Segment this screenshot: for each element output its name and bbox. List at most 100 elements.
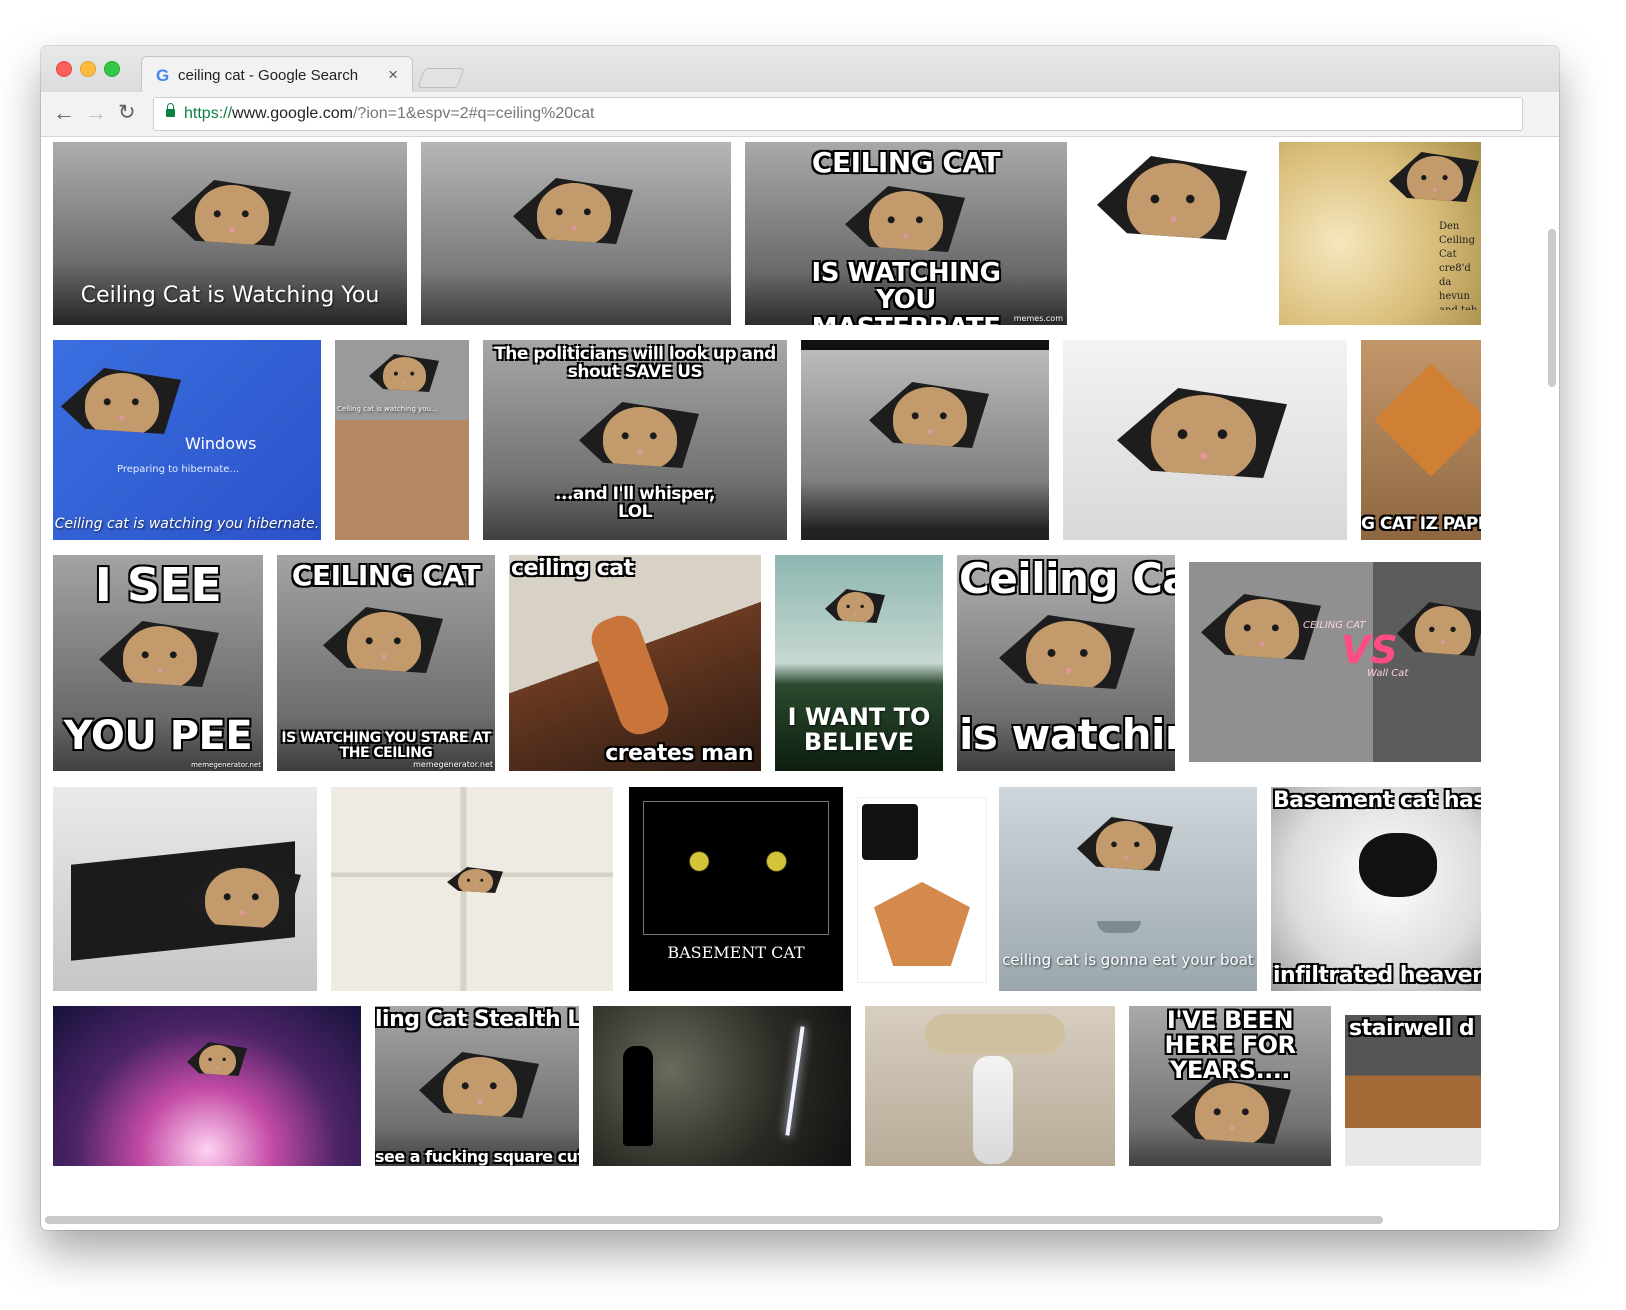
image-result[interactable]: [53, 787, 317, 991]
image-result[interactable]: BASEMENT CAT: [629, 787, 843, 991]
image-caption-top: CEILING CAT: [291, 559, 481, 592]
image-result[interactable]: [331, 787, 613, 991]
title-bar: G ceiling cat - Google Search ×: [41, 46, 1559, 93]
image-result[interactable]: [421, 142, 731, 325]
image-result[interactable]: [593, 1006, 851, 1166]
image-caption-bottom: YOU PEE: [63, 713, 253, 759]
cat-image-icon: [585, 610, 675, 740]
image-result[interactable]: Basement cat has infiltrated heaven: [1271, 787, 1481, 991]
zoom-window-button[interactable]: [104, 61, 120, 77]
cat-image-icon: [323, 607, 443, 673]
browser-tab[interactable]: G ceiling cat - Google Search ×: [141, 56, 413, 93]
image-caption-top: I'VE BEEN HERE FOR YEARS....: [1164, 1006, 1297, 1085]
lock-icon: [166, 103, 175, 117]
image-caption-top: Basement cat has: [1273, 788, 1481, 813]
image-caption-bottom: see a fucking square cut ho: [375, 1147, 579, 1166]
image-caption-top: ceiling cat: [511, 556, 634, 581]
address-bar[interactable]: https://www.google.com/?ion=1&espv=2#q=c…: [153, 97, 1523, 131]
url-scheme: https://: [184, 105, 233, 122]
image-caption-vs: VS: [1341, 628, 1398, 672]
image-caption-top: stairwell d: [1349, 1016, 1475, 1041]
image-caption: Ceiling cat is watching you...: [337, 405, 438, 413]
image-result[interactable]: ceiling cat is gonna eat your boat: [999, 787, 1257, 991]
minimize-window-button[interactable]: [80, 61, 96, 77]
image-caption: Ceiling cat is watching you hibernate.: [54, 516, 320, 533]
browser-toolbar: ← → ↻ https://www.google.com/?ion=1&espv…: [41, 92, 1559, 137]
paper-cutout-body: [874, 882, 970, 966]
image-result[interactable]: [53, 1006, 361, 1166]
cat-image-icon: [171, 180, 291, 246]
cat-image-icon: [1097, 156, 1247, 240]
image-result[interactable]: Ceiling Cat is watching: [957, 555, 1175, 771]
image-result[interactable]: ling Cat Stealth Le see a fucking square…: [375, 1006, 579, 1166]
boat-shape: [1097, 921, 1141, 933]
image-caption-bottom: creates man: [605, 740, 753, 766]
lightning-shape: [785, 1026, 805, 1136]
poster-frame: [643, 801, 829, 935]
cat-image-icon: [1077, 817, 1173, 871]
url-text[interactable]: https://www.google.com/?ion=1&espv=2#q=c…: [184, 105, 595, 123]
image-result[interactable]: Den Ceiling Cat cre8'd da hevun and teh …: [1279, 142, 1481, 325]
image-caption-bottom: infiltrated heaven: [1273, 962, 1481, 988]
image-result[interactable]: I'VE BEEN HERE FOR YEARS....: [1129, 1006, 1331, 1166]
cat-image-icon: [1117, 388, 1287, 478]
image-caption: G CAT IZ PAPER: [1361, 514, 1481, 535]
image-caption: Ceiling Cat is Watching You: [80, 282, 380, 308]
image-caption-bottom: IS WATCHING YOU STARE AT THE CEILING: [281, 730, 491, 761]
google-favicon-icon: G: [156, 66, 170, 85]
image-caption: ceiling cat is gonna eat your boat: [1002, 951, 1254, 970]
new-tab-button[interactable]: [417, 68, 465, 88]
close-window-button[interactable]: [56, 61, 72, 77]
horizontal-scrollbar[interactable]: [45, 1216, 1383, 1224]
chandelier-shape: [925, 1014, 1065, 1054]
image-result[interactable]: [865, 1006, 1115, 1166]
cat-silhouette-shape: [623, 1046, 653, 1146]
image-result[interactable]: CEILING CAT VS Wall Cat: [1189, 562, 1481, 762]
back-arrow-icon[interactable]: ←: [53, 100, 75, 126]
image-result[interactable]: stairwell d: [1345, 1015, 1481, 1166]
cat-image-icon: [579, 402, 699, 468]
cat-image-icon: [999, 615, 1135, 689]
cat-image-icon: [869, 382, 989, 448]
paper-cat-shape: [1374, 363, 1481, 477]
cat-image-icon: [1171, 1078, 1291, 1144]
image-caption: Den Ceiling Cat cre8'd da hevun and teh …: [1439, 221, 1477, 310]
image-credit: memegenerator.net: [191, 760, 261, 769]
url-path: /?ion=1&espv=2#q=ceiling%20cat: [352, 105, 595, 122]
image-result[interactable]: ceiling cat creates man: [509, 555, 761, 771]
image-result[interactable]: G CAT IZ PAPER: [1361, 340, 1481, 540]
image-result[interactable]: Ceiling Cat is Watching You: [53, 142, 407, 325]
vertical-scrollbar[interactable]: [1548, 229, 1556, 387]
cat-image-icon: [61, 368, 181, 434]
image-caption-top: ling Cat Stealth Le: [375, 1007, 579, 1032]
image-result[interactable]: [1081, 142, 1265, 325]
cat-image-icon: [825, 589, 885, 623]
image-result[interactable]: I WANT TO BELIEVE: [775, 555, 943, 771]
image-result[interactable]: CEILING CAT IS WATCHING YOU STARE AT THE…: [277, 555, 495, 771]
image-caption: BASEMENT CAT: [667, 943, 805, 962]
tab-close-icon[interactable]: ×: [388, 65, 398, 85]
reload-icon[interactable]: ↻: [118, 100, 136, 125]
cat-image-icon: [99, 621, 219, 687]
image-result[interactable]: The politicians will look up and shout S…: [483, 340, 787, 540]
image-result[interactable]: [857, 797, 987, 983]
black-kitten-shape: [1359, 833, 1437, 897]
image-result[interactable]: CEILING CAT IS WATCHING YOU MASTERBATE m…: [745, 142, 1067, 325]
forward-arrow-icon[interactable]: →: [85, 100, 107, 126]
image-result[interactable]: [1063, 340, 1347, 540]
cat-image-icon: [187, 1042, 247, 1076]
windows-logo-text: Windows: [185, 434, 257, 453]
cat-image-icon: [369, 354, 439, 392]
cat-image-icon: [1389, 152, 1479, 202]
image-result[interactable]: Ceiling cat is watching you...: [335, 340, 469, 540]
paper-cutout-head: [862, 804, 918, 860]
cat-image-icon: [419, 1052, 539, 1118]
image-result[interactable]: Windows Preparing to hibernate... Ceilin…: [53, 340, 321, 540]
cat-image-icon: [1397, 602, 1481, 656]
image-result[interactable]: I SEE YOU PEE memegenerator.net: [53, 555, 263, 771]
image-result[interactable]: [801, 340, 1049, 540]
tab-title: ceiling cat - Google Search: [178, 67, 359, 84]
hanging-cat-shape: [973, 1056, 1013, 1164]
image-results-grid: Ceiling Cat is Watching You CEILING CAT …: [41, 137, 1559, 1230]
browser-window: G ceiling cat - Google Search × ← → ↻ ht…: [41, 46, 1559, 1230]
